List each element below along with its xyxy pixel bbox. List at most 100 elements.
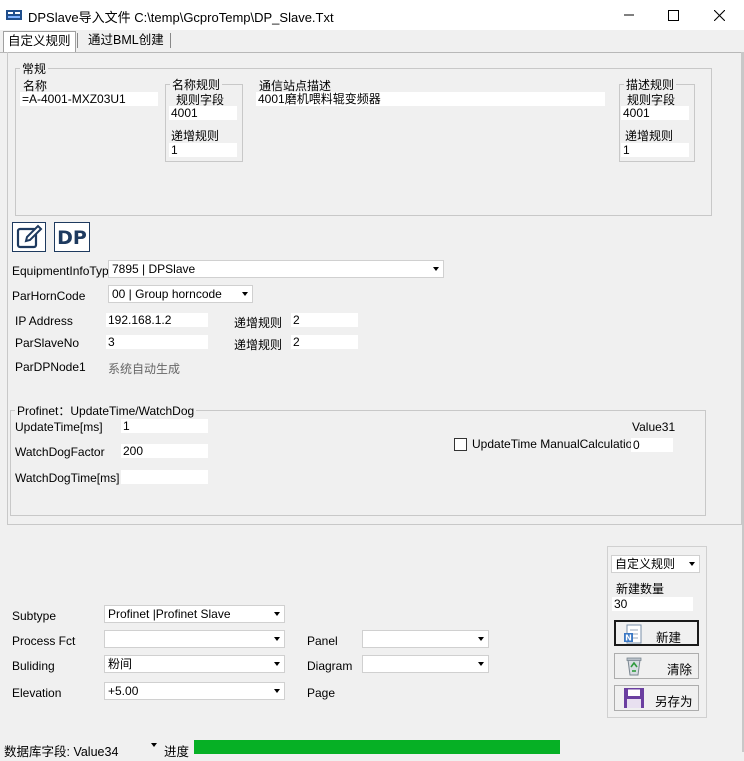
ip-incr-input[interactable]: 2 [291, 313, 358, 327]
svg-text:N: N [625, 634, 632, 643]
panel-label: Panel [307, 634, 338, 648]
desc-rule-incr-input[interactable]: 1 [621, 143, 689, 157]
chevron-down-icon [270, 656, 284, 672]
svg-text:DP: DP [57, 227, 87, 248]
general-group: 常规 [15, 60, 712, 216]
value31-label: Value31 [632, 420, 676, 434]
update-time-label: UpdateTime[ms] [15, 420, 103, 434]
slave-incr-label: 递增规则 [234, 338, 283, 352]
maximize-button[interactable] [650, 0, 696, 30]
slave-input[interactable]: 3 [106, 335, 208, 349]
manual-calc-label: UpdateTime ManualCalculation [472, 437, 639, 451]
diagram-select[interactable] [362, 655, 489, 673]
edit-button[interactable] [12, 222, 46, 252]
general-legend: 常规 [22, 62, 47, 76]
elevation-select[interactable]: +5.00 [104, 682, 285, 700]
subtype-select[interactable]: Profinet |Profinet Slave [104, 605, 285, 623]
chevron-down-icon [474, 656, 488, 672]
minimize-icon [624, 14, 634, 16]
new-button-label: 新建 [656, 631, 682, 645]
name-input[interactable]: =A-4001-MXZ03U1 [20, 92, 158, 106]
watchdog-factor-label: WatchDogFactor [15, 445, 105, 459]
name-rule-field-input[interactable]: 4001 [169, 106, 237, 120]
chevron-down-icon [270, 683, 284, 699]
qty-label: 新建数量 [616, 582, 665, 596]
clear-button[interactable]: 清除 [614, 653, 699, 679]
desc-input[interactable]: 4001磨机喂料辊变频器 [256, 92, 605, 106]
value31-input[interactable]: 0 [631, 438, 673, 452]
db-field-status: 数据库字段: Value34 [4, 745, 119, 759]
ip-label: IP Address [15, 314, 73, 328]
maximize-icon [667, 9, 679, 21]
chevron-down-icon [270, 606, 284, 622]
subtype-label: Subtype [12, 609, 57, 623]
save-as-button-label: 另存为 [655, 695, 693, 709]
edit-icon [16, 224, 43, 249]
name-rule-incr-input[interactable]: 1 [169, 143, 237, 157]
window-title: DPSlave导入文件 C:\temp\GcproTemp\DP_Slave.T… [28, 10, 334, 25]
desc-rule-incr-label: 递增规则 [625, 129, 674, 143]
progress-fill [194, 740, 560, 754]
panel-select[interactable] [362, 630, 489, 648]
close-icon [713, 9, 725, 21]
equipment-info-label: EquipmentInfoType [12, 264, 116, 278]
building-value: 粉间 [108, 657, 133, 671]
dpnode-value: 系统自动生成 [108, 362, 181, 376]
profinet-group: Profinet：UpdateTime/WatchDog [10, 402, 706, 516]
manual-calc-checkbox[interactable] [454, 438, 467, 451]
building-select[interactable]: 粉间 [104, 655, 285, 673]
ip-input[interactable]: 192.168.1.2 [106, 313, 208, 327]
progress-bar [194, 740, 560, 754]
equipment-info-value: 7895 | DPSlave [112, 262, 196, 276]
rule-select-value: 自定义规则 [615, 557, 676, 571]
progress-label: 进度 [164, 745, 190, 759]
desc-rule-field-input[interactable]: 4001 [621, 106, 689, 120]
subtype-value: Profinet |Profinet Slave [108, 607, 231, 621]
process-fct-label: Process Fct [12, 634, 76, 648]
qty-input[interactable]: 30 [612, 597, 693, 611]
ip-incr-label: 递增规则 [234, 316, 283, 330]
slave-label: ParSlaveNo [15, 336, 80, 350]
slave-incr-input[interactable]: 2 [291, 335, 358, 349]
chevron-down-icon [429, 261, 443, 277]
update-time-input[interactable]: 1 [121, 419, 208, 433]
tab-separator [77, 33, 78, 48]
chevron-down-icon [151, 743, 157, 747]
floppy-disk-icon [624, 688, 644, 708]
new-document-icon: N [624, 624, 642, 644]
dp-icon: DP [57, 227, 87, 248]
rule-select[interactable]: 自定义规则 [611, 555, 700, 573]
chevron-down-icon [270, 631, 284, 647]
dp-button[interactable]: DP [54, 222, 90, 252]
db-field-dropdown[interactable] [151, 743, 157, 747]
parhorn-value: 00 | Group horncode [112, 287, 222, 301]
equipment-info-select[interactable]: 7895 | DPSlave [108, 260, 444, 278]
clear-button-label: 清除 [667, 663, 693, 677]
elevation-label: Elevation [12, 686, 62, 700]
tab-bml-create[interactable]: 通过BML创建 [84, 31, 168, 51]
parhorn-label: ParHornCode [12, 289, 86, 303]
close-button[interactable] [696, 0, 742, 30]
profinet-legend: Profinet：UpdateTime/WatchDog [17, 404, 195, 418]
elevation-value: +5.00 [108, 684, 139, 698]
watchdog-time-input[interactable] [121, 470, 208, 484]
watchdog-factor-input[interactable]: 200 [121, 444, 208, 458]
building-label: Buliding [12, 659, 55, 673]
watchdog-time-label: WatchDogTime[ms] [15, 471, 120, 485]
dpnode-label: ParDPNode1 [15, 360, 86, 374]
new-button[interactable]: N 新建 [614, 620, 699, 646]
chevron-down-icon [238, 286, 252, 302]
chevron-down-icon [685, 556, 699, 572]
save-as-button[interactable]: 另存为 [614, 685, 699, 711]
tab-custom-rule[interactable]: 自定义规则 [3, 31, 76, 52]
app-icon [6, 9, 22, 20]
diagram-label: Diagram [307, 659, 353, 673]
chevron-down-icon [474, 631, 488, 647]
name-rule-incr-label: 递增规则 [171, 129, 220, 143]
page-label: Page [307, 686, 336, 700]
process-fct-select[interactable] [104, 630, 285, 648]
parhorn-select[interactable]: 00 | Group horncode [108, 285, 253, 303]
recycle-bin-icon [626, 657, 642, 676]
minimize-button[interactable] [606, 0, 652, 30]
tab-separator [170, 33, 171, 48]
